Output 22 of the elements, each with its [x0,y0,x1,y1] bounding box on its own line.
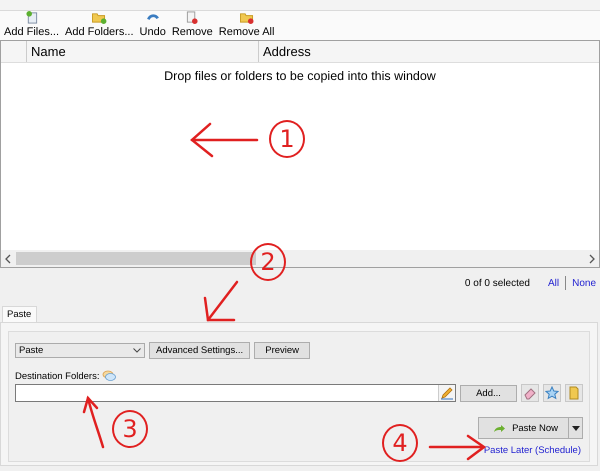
mode-dropdown[interactable]: Paste [15,343,145,358]
selection-count: 0 of 0 selected [464,278,530,288]
panel-button[interactable]: Preview [254,342,310,359]
select-link[interactable]: All [548,278,560,288]
toolbar-button[interactable]: Undo [138,11,168,40]
toolbar-button[interactable]: Remove All [216,11,276,40]
toolbar-button[interactable]: Add Folders... [63,11,136,40]
annotation-number: 2 [250,243,286,281]
schedule-link[interactable]: Paste Later (Schedule) [484,445,581,456]
tab[interactable]: Paste [2,306,38,322]
annotation-number: 4 [382,424,418,462]
select-link[interactable]: None [572,278,596,288]
toolbar-button[interactable]: Add Files... [2,11,62,40]
add-button[interactable]: Add... [460,384,517,402]
annotation-number: 3 [112,410,148,448]
annotation-number: 1 [269,120,305,158]
toolbar-button[interactable]: Remove [170,11,215,40]
empty-list-message: Drop files or folders to be copied into this window [164,69,436,83]
column-header[interactable]: Name [27,41,259,62]
destination-label: Destination Folders: [15,370,100,382]
column-header[interactable]: Address [259,41,599,62]
panel-button[interactable]: Advanced Settings... [149,342,250,359]
